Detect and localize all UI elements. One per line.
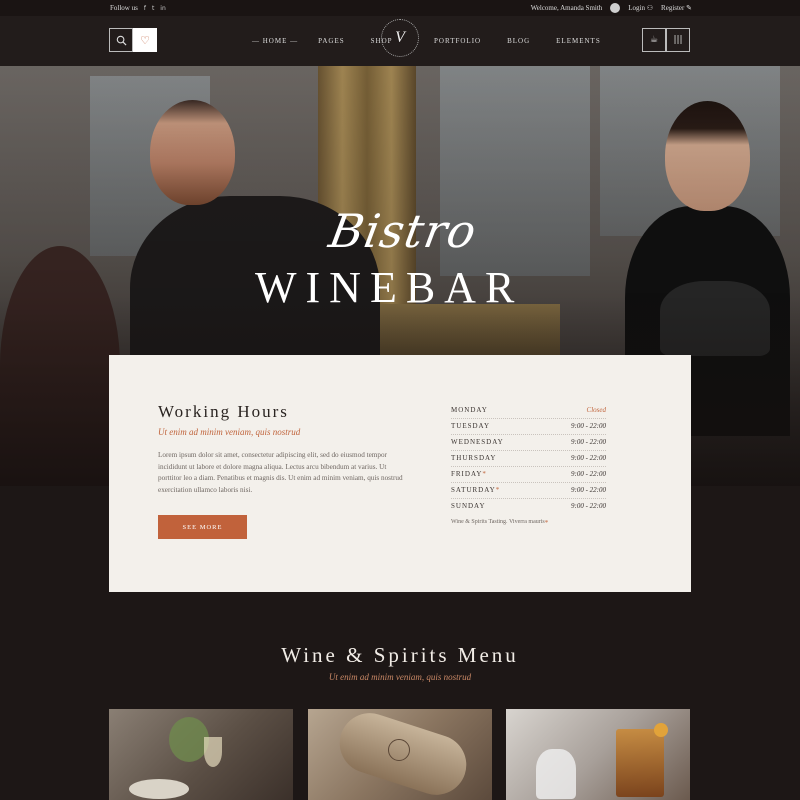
hours-row: Thursday 9:00 - 22:00 (451, 451, 606, 467)
day-text: Saturday (451, 486, 496, 494)
account-links: Welcome, Amanda Smith Login ⚇ Register ✎ (531, 3, 692, 13)
nav-item-blog[interactable]: Blog (507, 37, 530, 45)
day-label: Tuesday (451, 422, 491, 430)
avatar[interactable] (610, 3, 621, 13)
heart-icon: ♡ (140, 33, 150, 47)
time-value: 9:00 - 22:00 (571, 486, 606, 494)
working-hours-card: Working Hours Ut enim ad minim veniam, q… (109, 355, 691, 592)
menu-lines-icon: ||| (673, 35, 683, 45)
day-label: Friday* (451, 470, 487, 478)
cart-button[interactable]: ☕ (642, 28, 666, 52)
hours-row: Monday Closed (451, 403, 606, 419)
twitter-icon[interactable]: t (152, 5, 154, 12)
nav-item-home[interactable]: — Home — (252, 37, 298, 45)
linkedin-icon[interactable]: in (160, 5, 165, 12)
nav-home-label: Home (262, 37, 288, 45)
day-text: Friday (451, 470, 483, 478)
hours-table: Monday Closed Tuesday 9:00 - 22:00 Wednesd… (451, 403, 606, 527)
day-label: Monday (451, 406, 488, 414)
time-value: 9:00 - 22:00 (571, 470, 606, 478)
hours-row: Friday* 9:00 - 22:00 (451, 467, 606, 483)
nav-left: — Home — Pages Shop (252, 37, 393, 45)
working-hours-title: Working Hours (158, 402, 289, 421)
login-label: Login (628, 4, 646, 12)
time-value: 9:00 - 22:00 (571, 502, 606, 510)
time-value: Closed (586, 406, 606, 414)
wishlist-button[interactable]: ♡ (133, 28, 157, 52)
hero-title: WINEBAR (255, 263, 524, 312)
hours-row: Tuesday 9:00 - 22:00 (451, 419, 606, 435)
see-more-button[interactable]: See More (158, 515, 247, 539)
side-menu-button[interactable]: ||| (666, 28, 690, 52)
login-link[interactable]: Login ⚇ (628, 4, 653, 12)
asterisk-icon: * (544, 519, 549, 527)
menu-section-subtitle: Ut enim ad minim veniam, quis nostrud (328, 672, 472, 682)
main-header: ♡ — Home — Pages Shop V Portfolio Blog E… (0, 16, 800, 66)
hours-row: Saturday* 9:00 - 22:00 (451, 483, 606, 499)
see-more-label: See More (182, 523, 223, 531)
cart-icon: ☕ (649, 35, 659, 45)
facebook-icon[interactable]: f (144, 5, 146, 12)
tasting-note: Wine & Spirits Tasting. Viverra mauris* (451, 519, 548, 527)
site-logo[interactable]: V (381, 19, 419, 57)
nav-right: Portfolio Blog Elements (434, 37, 601, 45)
top-bar: Follow us f t in Welcome, Amanda Smith L… (0, 0, 800, 16)
menu-image-cocktail[interactable] (506, 709, 690, 800)
welcome-text: Welcome, Amanda Smith (530, 4, 603, 12)
hero-script-title: Bistro (325, 204, 482, 258)
asterisk-icon: * (495, 486, 501, 494)
follow-label: Follow us (110, 4, 138, 12)
tasting-note-text: Wine & Spirits Tasting. Viverra mauris (451, 519, 545, 525)
search-button[interactable] (109, 28, 133, 52)
time-value: 9:00 - 22:00 (571, 454, 606, 462)
working-hours-text: Lorem ipsum dolor sit amet, consectetur … (158, 451, 403, 494)
search-icon (116, 35, 127, 46)
day-label: Thursday (451, 454, 497, 462)
menu-section-title: Wine & Spirits Menu (281, 643, 519, 667)
follow-us: Follow us f t in (110, 4, 166, 12)
register-link[interactable]: Register ✎ (661, 4, 692, 12)
day-label: Saturday* (451, 486, 500, 494)
nav-item-pages[interactable]: Pages (318, 37, 345, 45)
register-label: Register (661, 4, 685, 12)
pencil-icon: ✎ (686, 4, 692, 12)
menu-image-wine-glass[interactable] (109, 709, 293, 800)
hours-row: Wednesday 9:00 - 22:00 (451, 435, 606, 451)
asterisk-icon: * (482, 470, 487, 478)
user-icon: ⚇ (646, 4, 654, 12)
hours-row: Sunday 9:00 - 22:00 (451, 499, 606, 515)
time-value: 9:00 - 22:00 (571, 422, 606, 430)
nav-item-portfolio[interactable]: Portfolio (434, 37, 481, 45)
working-hours-subtitle: Ut enim ad minim veniam, quis nostrud (158, 427, 301, 437)
day-label: Wednesday (451, 438, 504, 446)
logo-letter: V (395, 29, 405, 46)
nav-item-elements[interactable]: Elements (556, 37, 601, 45)
time-value: 9:00 - 22:00 (571, 438, 606, 446)
menu-image-bottles[interactable] (308, 709, 492, 800)
day-label: Sunday (451, 502, 486, 510)
